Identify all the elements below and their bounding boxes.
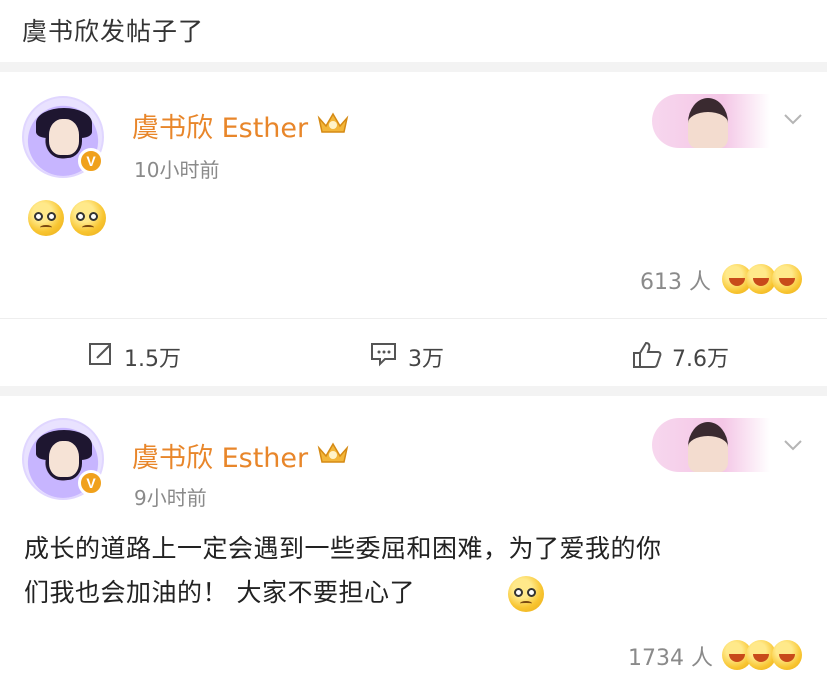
cover-person: [688, 422, 728, 472]
repost-icon: [89, 343, 111, 365]
repost-count: 1.5万: [124, 347, 181, 372]
comment-count: 3万: [408, 347, 444, 372]
thumbs-up-icon: [633, 341, 662, 368]
chevron-down-icon[interactable]: [782, 108, 804, 130]
avatar-face: [46, 438, 82, 480]
page-title: 虞书欣发帖子了: [22, 17, 205, 46]
page-header: 虞书欣发帖子了: [0, 0, 827, 62]
action-bar: 1.5万 3万 7.6万: [0, 318, 827, 386]
profile-cover-thumbnail[interactable]: [652, 94, 770, 148]
avatar[interactable]: V: [22, 418, 104, 500]
v-badge-icon: V: [78, 470, 104, 496]
laugh-emoji-icon: [772, 264, 802, 294]
cover-person: [688, 98, 728, 148]
chevron-down-icon[interactable]: [782, 434, 804, 456]
like-button[interactable]: 7.6万: [632, 341, 729, 373]
emoji-icon: [70, 200, 106, 236]
username[interactable]: 虞书欣 Esther: [132, 106, 308, 145]
divider: [0, 386, 827, 396]
comment-button[interactable]: 3万: [370, 341, 444, 373]
comment-icon: [371, 343, 396, 367]
post-card-1: V 虞书欣 Esther 10小时前 613 人: [0, 72, 827, 308]
post-time: 10小时前: [134, 158, 220, 182]
like-count: 7.6万: [672, 347, 729, 372]
post-card-2: V 虞书欣 Esther 9小时前 成长的道路上一定会遇到一些委屈和困难，为了爱…: [0, 396, 827, 690]
laugh-emoji-icon: [772, 640, 802, 670]
crown-icon: [317, 112, 349, 133]
profile-cover-thumbnail[interactable]: [652, 418, 770, 472]
post-text-line-1: 成长的道路上一定会遇到一些委屈和困难，为了爱我的你: [24, 534, 662, 563]
v-badge-icon: V: [78, 148, 104, 174]
crown-icon: [317, 442, 349, 463]
post-time: 9小时前: [134, 486, 207, 510]
username[interactable]: 虞书欣 Esther: [132, 436, 308, 475]
reaction-count[interactable]: 613 人: [640, 264, 711, 296]
avatar[interactable]: V: [22, 96, 104, 178]
avatar-face: [46, 116, 82, 158]
repost-button[interactable]: 1.5万: [88, 341, 181, 373]
reaction-count[interactable]: 1734 人: [628, 640, 713, 672]
post-text-line-2: 们我也会加油的！ 大家不要担心了: [24, 578, 415, 607]
divider: [0, 62, 827, 72]
emoji-icon: [508, 576, 544, 612]
emoji-icon: [28, 200, 64, 236]
